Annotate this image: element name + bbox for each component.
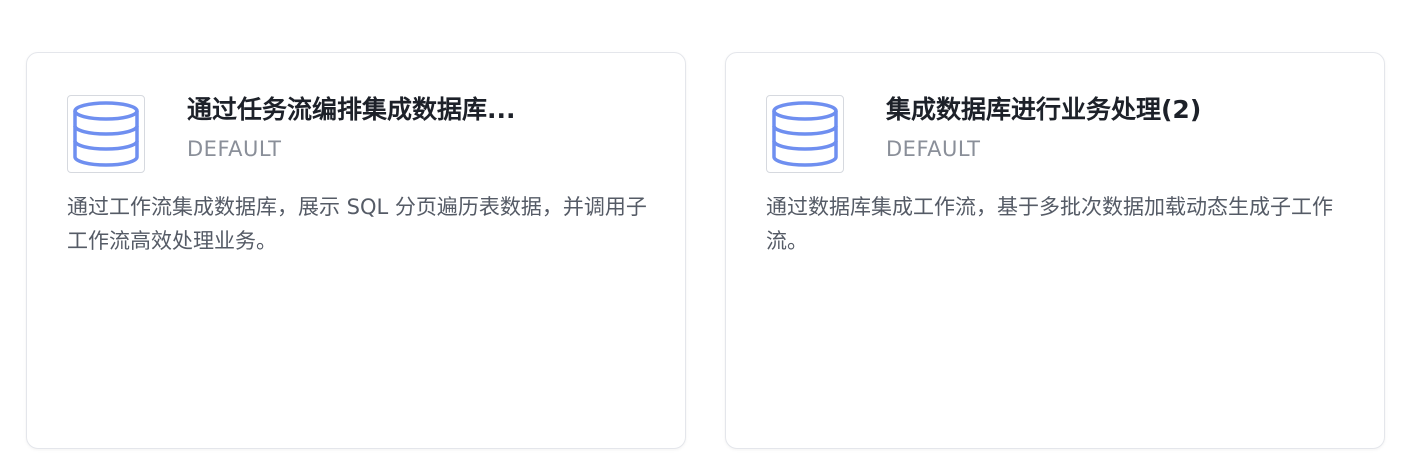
card-title[interactable]: 集成数据库进行业务处理(2) [886, 93, 1346, 127]
card-description: 通过数据库集成工作流，基于多批次数据加载动态生成子工作流。 [766, 195, 1333, 253]
card-description: 通过工作流集成数据库，展示 SQL 分页遍历表数据，并调用子工作流高效处理业务。 [67, 195, 647, 253]
database-icon [67, 95, 145, 173]
card-title[interactable]: 通过任务流编排集成数据库... [187, 93, 647, 127]
template-card[interactable]: 集成数据库进行业务处理(2) DEFAULT 通过数据库集成工作流，基于多批次数… [725, 52, 1385, 449]
card-namespace: DEFAULT [187, 137, 282, 161]
database-icon [766, 95, 844, 173]
template-card-list: 通过任务流编排集成数据库... DEFAULT 通过工作流集成数据库，展示 SQ… [0, 0, 1406, 470]
template-card[interactable]: 通过任务流编排集成数据库... DEFAULT 通过工作流集成数据库，展示 SQ… [26, 52, 686, 449]
card-namespace: DEFAULT [886, 137, 981, 161]
